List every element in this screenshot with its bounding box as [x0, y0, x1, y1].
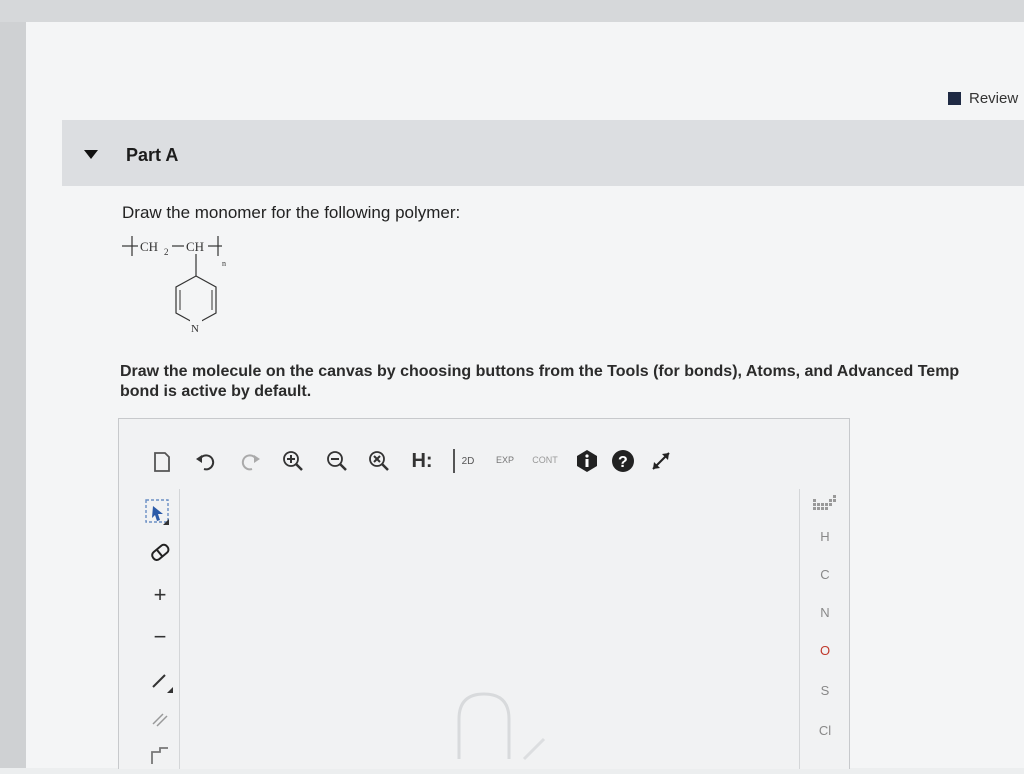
instructions-line-1: Draw the molecule on the canvas by choos…	[120, 363, 960, 380]
double-bond-icon[interactable]	[145, 703, 177, 733]
fullscreen-icon[interactable]	[647, 447, 675, 475]
review-link[interactable]: Review	[948, 90, 1018, 107]
instructions-line-2: bond is active by default.	[120, 383, 312, 400]
collapse-triangle-icon[interactable]	[84, 150, 98, 159]
ch2-label: CH	[140, 239, 158, 254]
single-bond-icon[interactable]	[145, 665, 177, 697]
review-label: Review	[969, 90, 1019, 107]
ghost-structure-icon	[457, 692, 546, 761]
new-document-icon[interactable]	[149, 449, 175, 475]
editor-toolbar: H: 2D EXP CONT ?	[119, 419, 849, 489]
polymer-structure: CH 2 CH n N	[122, 236, 226, 335]
svg-text:?: ?	[618, 454, 628, 471]
atom-chlorine[interactable]: Cl	[800, 723, 850, 738]
clear-icon[interactable]	[365, 447, 393, 475]
screen-left-edge	[0, 22, 26, 768]
tools-column: + −	[119, 489, 180, 769]
part-title: Part A	[126, 145, 179, 165]
eraser-icon[interactable]	[145, 537, 175, 567]
periodic-table-icon[interactable]	[800, 493, 850, 515]
drawing-editor: H: 2D EXP CONT ? + − H C N O S Cl	[118, 418, 850, 769]
contract-icon[interactable]: CONT	[529, 449, 561, 471]
ch2-subscript: 2	[164, 247, 169, 257]
undo-icon[interactable]	[193, 449, 219, 475]
zoom-in-icon[interactable]	[279, 447, 307, 475]
drawing-canvas[interactable]	[179, 489, 799, 769]
ring-template-icon[interactable]	[145, 743, 177, 767]
select-icon[interactable]	[141, 495, 175, 529]
review-icon	[948, 92, 961, 105]
expand-icon[interactable]: EXP	[491, 449, 519, 471]
help-icon[interactable]: ?	[609, 447, 637, 475]
part-header[interactable]	[62, 120, 1024, 186]
repeat-n: n	[222, 259, 226, 268]
positive-charge-icon[interactable]: +	[147, 582, 173, 607]
hydrogen-toggle-icon[interactable]: H:	[405, 449, 439, 473]
zoom-out-icon[interactable]	[323, 447, 351, 475]
atom-carbon[interactable]: C	[800, 567, 850, 582]
pyridine-nitrogen: N	[191, 323, 199, 335]
instructions: Draw the molecule on the canvas by choos…	[120, 362, 1024, 402]
atom-sulfur[interactable]: S	[800, 683, 850, 698]
negative-charge-icon[interactable]: −	[147, 624, 173, 649]
screen-top-edge	[0, 0, 1024, 22]
atoms-column: H C N O S Cl	[799, 489, 850, 769]
info-icon[interactable]	[573, 447, 601, 475]
atom-hydrogen[interactable]: H	[800, 529, 850, 544]
atom-nitrogen[interactable]: N	[800, 605, 850, 620]
ch-label: CH	[186, 239, 204, 254]
atom-oxygen[interactable]: O	[800, 643, 850, 658]
redo-icon[interactable]	[237, 449, 263, 475]
clean-2d-icon[interactable]: 2D	[453, 449, 481, 473]
question-prompt: Draw the monomer for the following polym…	[122, 203, 461, 222]
